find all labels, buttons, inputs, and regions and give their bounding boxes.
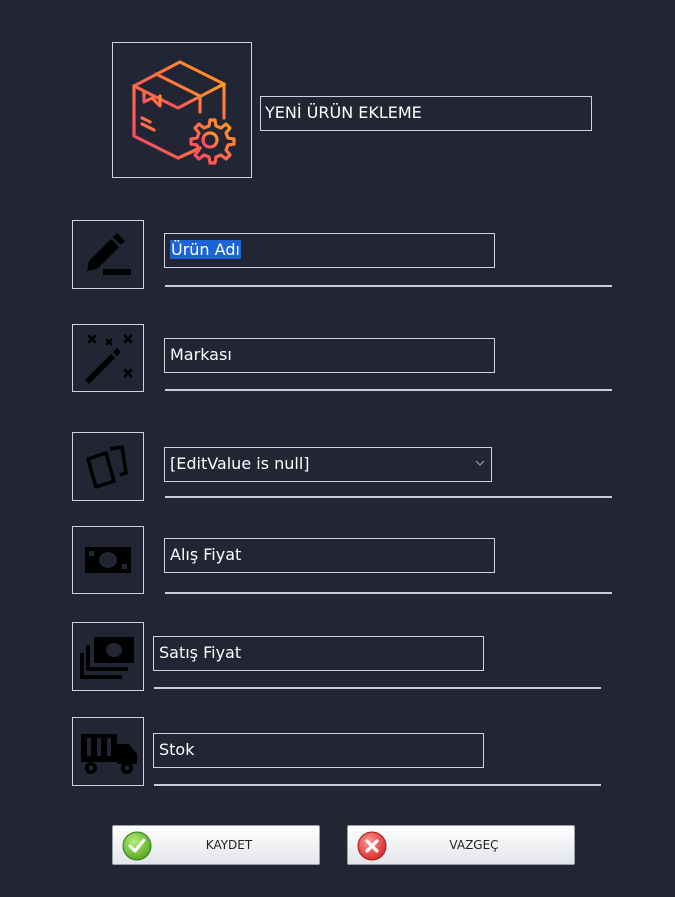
save-button-label: KAYDET <box>205 838 253 852</box>
brand-icon-box <box>72 324 144 392</box>
truck-icon <box>81 733 137 774</box>
stock-input[interactable]: Stok <box>153 733 484 768</box>
cancel-button[interactable]: VAZGEÇ <box>347 825 575 865</box>
magic-wand-icon <box>85 334 133 384</box>
brand-underline <box>165 389 612 391</box>
box-gear-icon <box>132 60 236 165</box>
chevron-down-icon[interactable] <box>475 459 485 467</box>
purchase-price-underline <box>165 592 612 594</box>
sale-price-icon-box <box>72 622 144 691</box>
stock-icon-box <box>72 717 144 786</box>
cash-icon <box>85 547 131 573</box>
category-underline <box>165 496 612 498</box>
purchase-price-input[interactable]: Alış Fiyat <box>164 538 495 573</box>
product-logo <box>112 42 252 178</box>
brand-input[interactable]: Markası <box>164 338 495 373</box>
sale-price-underline <box>154 687 601 689</box>
money-stack-icon <box>80 636 134 679</box>
save-button[interactable]: KAYDET <box>112 825 320 865</box>
pencil-icon <box>87 232 131 275</box>
product-name-input[interactable]: Ürün Adı <box>164 233 495 268</box>
purchase-price-icon-box <box>72 526 144 594</box>
sale-price-input[interactable]: Satış Fiyat <box>153 636 484 671</box>
cancel-button-label: VAZGEÇ <box>449 838 499 852</box>
stock-underline <box>154 784 601 786</box>
category-icon-box <box>72 432 144 501</box>
cards-icon <box>86 444 128 489</box>
product-name-underline <box>165 285 612 287</box>
product-name-icon-box <box>72 220 144 289</box>
category-select-value: [EditValue is null] <box>170 454 310 473</box>
page-title: YENİ ÜRÜN EKLEME <box>260 96 592 131</box>
category-select[interactable]: [EditValue is null] <box>164 447 492 482</box>
